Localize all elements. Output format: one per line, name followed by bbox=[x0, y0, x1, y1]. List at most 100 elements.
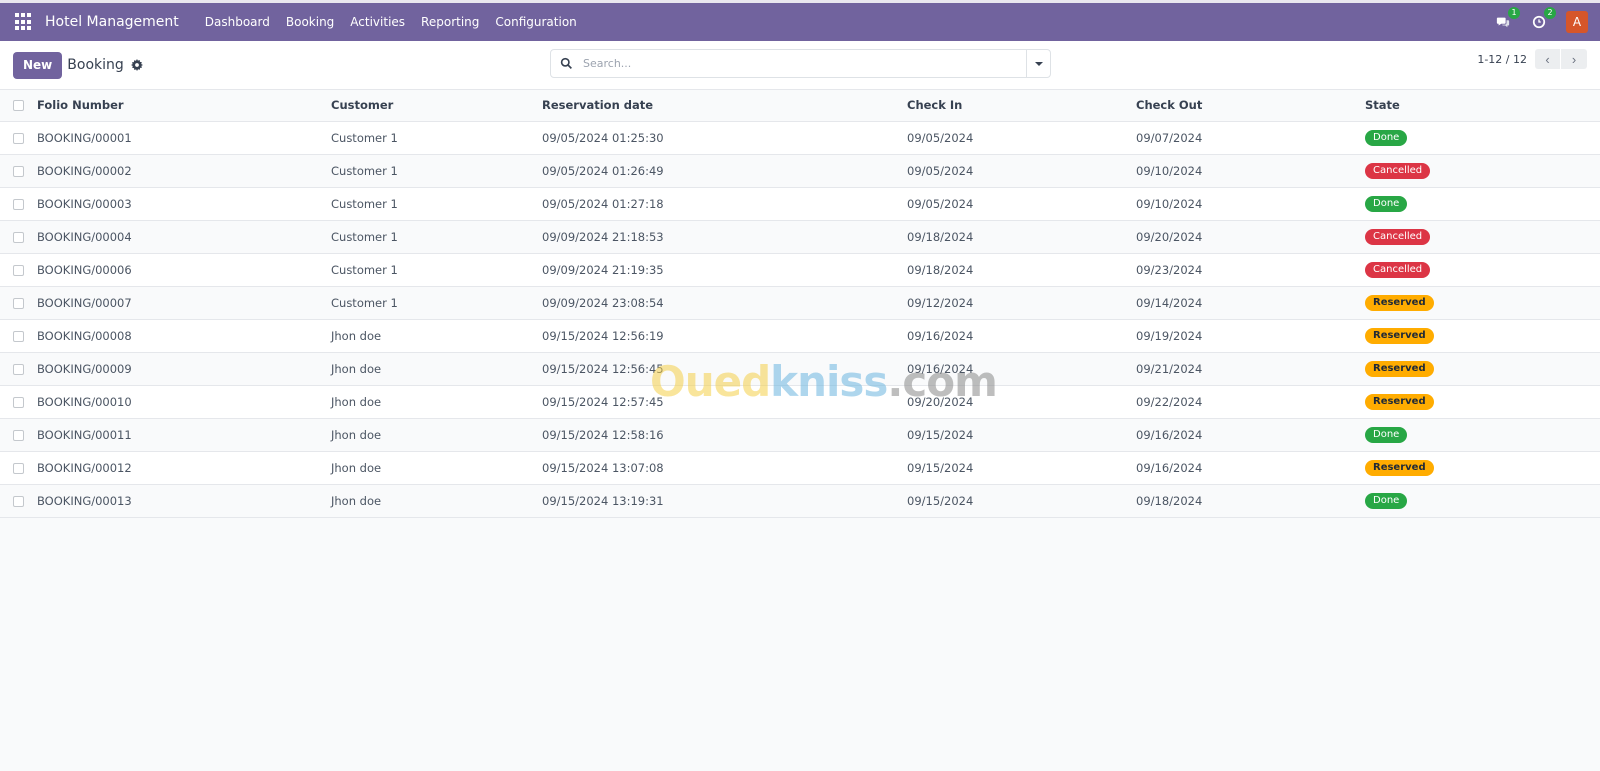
menu-activities[interactable]: Activities bbox=[342, 15, 413, 29]
search-bar bbox=[550, 49, 1051, 78]
activities-button[interactable]: 2 bbox=[1530, 7, 1556, 31]
cell-customer: Customer 1 bbox=[331, 196, 398, 211]
column-header-check-in[interactable]: Check In bbox=[907, 90, 1136, 121]
table-row[interactable]: BOOKING/00002 Customer 1 09/05/2024 01:26:… bbox=[0, 154, 1600, 187]
column-header-folio[interactable]: Folio Number bbox=[37, 90, 331, 121]
cell-folio: BOOKING/00010 bbox=[37, 394, 132, 409]
top-navbar: Hotel Management Dashboard Booking Activ… bbox=[0, 0, 1600, 41]
breadcrumb-title: Booking bbox=[67, 57, 124, 73]
state-badge: Done bbox=[1365, 130, 1408, 146]
select-all-checkbox[interactable] bbox=[13, 100, 24, 112]
row-checkbox[interactable] bbox=[13, 495, 24, 507]
row-checkbox[interactable] bbox=[13, 363, 24, 375]
cell-check-in: 09/16/2024 bbox=[907, 328, 974, 343]
cell-check-in: 09/15/2024 bbox=[907, 460, 974, 475]
state-badge: Done bbox=[1365, 427, 1408, 443]
cell-check-in: 09/05/2024 bbox=[907, 196, 974, 211]
row-checkbox[interactable] bbox=[13, 297, 24, 309]
table-row[interactable]: BOOKING/00013 Jhon doe 09/15/2024 13:19:31… bbox=[0, 484, 1600, 517]
table-row[interactable]: BOOKING/00004 Customer 1 09/09/2024 21:18:… bbox=[0, 220, 1600, 253]
menu-reporting[interactable]: Reporting bbox=[413, 15, 487, 29]
row-checkbox[interactable] bbox=[13, 396, 24, 408]
pager-previous-button[interactable]: ‹ bbox=[1535, 49, 1561, 69]
app-menu-grid-icon[interactable] bbox=[15, 13, 33, 31]
table-row[interactable]: BOOKING/00001 Customer 1 09/05/2024 01:25:… bbox=[0, 121, 1600, 154]
row-checkbox[interactable] bbox=[13, 132, 24, 144]
cell-check-out: 09/10/2024 bbox=[1136, 196, 1203, 211]
cell-folio: BOOKING/00013 bbox=[37, 493, 132, 508]
cell-reservation-date: 09/05/2024 01:26:49 bbox=[542, 163, 664, 178]
pager-next-button[interactable]: › bbox=[1561, 49, 1587, 69]
table-row[interactable]: BOOKING/00008 Jhon doe 09/15/2024 12:56:19… bbox=[0, 319, 1600, 352]
row-checkbox[interactable] bbox=[13, 330, 24, 342]
column-header-state[interactable]: State bbox=[1365, 90, 1600, 121]
state-badge: Reserved bbox=[1365, 328, 1434, 344]
user-avatar[interactable]: A bbox=[1566, 11, 1588, 33]
table-row[interactable]: BOOKING/00006 Customer 1 09/09/2024 21:19:… bbox=[0, 253, 1600, 286]
messages-button[interactable]: 1 bbox=[1494, 7, 1520, 31]
table-row[interactable]: BOOKING/00010 Jhon doe 09/15/2024 12:57:45… bbox=[0, 385, 1600, 418]
cell-reservation-date: 09/15/2024 12:57:45 bbox=[542, 394, 664, 409]
cell-folio: BOOKING/00009 bbox=[37, 361, 132, 376]
search-input[interactable] bbox=[583, 50, 1026, 77]
column-header-reservation-date[interactable]: Reservation date bbox=[542, 90, 907, 121]
state-badge: Cancelled bbox=[1365, 229, 1431, 245]
cell-check-in: 09/18/2024 bbox=[907, 229, 974, 244]
new-button[interactable]: New bbox=[13, 51, 63, 79]
cell-check-out: 09/22/2024 bbox=[1136, 394, 1203, 409]
cell-customer: Customer 1 bbox=[331, 262, 398, 277]
cell-folio: BOOKING/00008 bbox=[37, 328, 132, 343]
cell-folio: BOOKING/00003 bbox=[37, 196, 132, 211]
row-checkbox[interactable] bbox=[13, 462, 24, 474]
cell-check-in: 09/12/2024 bbox=[907, 295, 974, 310]
main-menu: Dashboard Booking Activities Reporting C… bbox=[197, 15, 585, 29]
cell-customer: Jhon doe bbox=[331, 427, 382, 442]
cell-check-out: 09/18/2024 bbox=[1136, 493, 1203, 508]
chevron-right-icon: › bbox=[1571, 51, 1577, 67]
menu-booking[interactable]: Booking bbox=[278, 15, 342, 29]
row-checkbox[interactable] bbox=[13, 165, 24, 177]
row-checkbox[interactable] bbox=[13, 264, 24, 276]
state-badge: Reserved bbox=[1365, 295, 1434, 311]
state-badge: Reserved bbox=[1365, 361, 1434, 377]
search-options-toggle[interactable] bbox=[1026, 50, 1050, 77]
app-brand[interactable]: Hotel Management bbox=[45, 14, 179, 30]
cell-check-out: 09/14/2024 bbox=[1136, 295, 1203, 310]
cell-check-out: 09/16/2024 bbox=[1136, 427, 1203, 442]
cell-reservation-date: 09/05/2024 01:27:18 bbox=[542, 196, 664, 211]
column-header-check-out[interactable]: Check Out bbox=[1136, 90, 1365, 121]
gear-icon[interactable] bbox=[130, 59, 143, 71]
cell-reservation-date: 09/15/2024 12:56:19 bbox=[542, 328, 664, 343]
menu-dashboard[interactable]: Dashboard bbox=[197, 15, 278, 29]
state-badge: Cancelled bbox=[1365, 163, 1431, 179]
pager-value[interactable]: 1-12 / 12 bbox=[1477, 53, 1527, 66]
table-row[interactable]: BOOKING/00011 Jhon doe 09/15/2024 12:58:16… bbox=[0, 418, 1600, 451]
table-header-row: Folio Number Customer Reservation date C… bbox=[0, 90, 1600, 121]
cell-check-in: 09/16/2024 bbox=[907, 361, 974, 376]
cell-check-out: 09/23/2024 bbox=[1136, 262, 1203, 277]
cell-reservation-date: 09/05/2024 01:25:30 bbox=[542, 130, 664, 145]
menu-configuration[interactable]: Configuration bbox=[487, 15, 584, 29]
state-badge: Reserved bbox=[1365, 460, 1434, 476]
cell-customer: Jhon doe bbox=[331, 460, 382, 475]
cell-folio: BOOKING/00004 bbox=[37, 229, 132, 244]
table-row[interactable]: BOOKING/00003 Customer 1 09/05/2024 01:27:… bbox=[0, 187, 1600, 220]
column-header-customer[interactable]: Customer bbox=[331, 90, 542, 121]
search-icon bbox=[560, 57, 574, 71]
row-checkbox[interactable] bbox=[13, 231, 24, 243]
cell-customer: Customer 1 bbox=[331, 295, 398, 310]
cell-customer: Jhon doe bbox=[331, 493, 382, 508]
table-row[interactable]: BOOKING/00009 Jhon doe 09/15/2024 12:56:45… bbox=[0, 352, 1600, 385]
table-row[interactable]: BOOKING/00012 Jhon doe 09/15/2024 13:07:08… bbox=[0, 451, 1600, 484]
cell-folio: BOOKING/00012 bbox=[37, 460, 132, 475]
state-badge: Done bbox=[1365, 196, 1408, 212]
cell-customer: Customer 1 bbox=[331, 130, 398, 145]
row-checkbox[interactable] bbox=[13, 198, 24, 210]
cell-folio: BOOKING/00007 bbox=[37, 295, 132, 310]
cell-reservation-date: 09/09/2024 21:18:53 bbox=[542, 229, 664, 244]
cell-folio: BOOKING/00011 bbox=[37, 427, 132, 442]
cell-reservation-date: 09/15/2024 13:19:31 bbox=[542, 493, 664, 508]
row-checkbox[interactable] bbox=[13, 429, 24, 441]
table-row[interactable]: BOOKING/00007 Customer 1 09/09/2024 23:08:… bbox=[0, 286, 1600, 319]
cell-check-in: 09/05/2024 bbox=[907, 163, 974, 178]
